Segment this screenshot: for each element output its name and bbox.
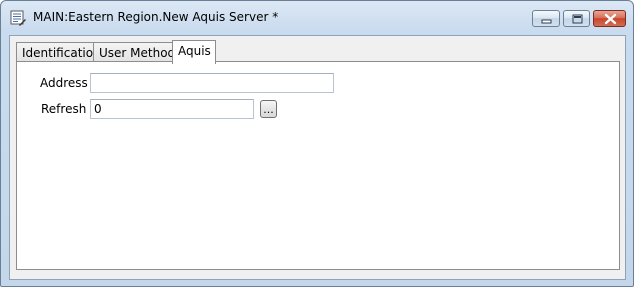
title-bar[interactable]: MAIN:Eastern Region.New Aquis Server * <box>1 1 633 35</box>
refresh-input[interactable] <box>90 99 254 119</box>
window-client-area: Identification User Methods Aquis Addres… <box>9 35 626 280</box>
close-button[interactable] <box>593 10 626 27</box>
minimize-icon <box>541 19 552 24</box>
tab-identification[interactable]: Identification <box>16 42 101 62</box>
aquis-tab-panel: Address Refresh ... <box>16 61 620 270</box>
address-label: Address <box>40 76 88 90</box>
server-properties-icon <box>10 10 26 26</box>
close-icon <box>604 13 617 25</box>
address-input[interactable] <box>90 73 334 93</box>
maximize-icon <box>572 14 583 24</box>
tab-strip: Identification User Methods Aquis <box>16 40 616 64</box>
tab-user-methods[interactable]: User Methods <box>93 42 181 62</box>
tab-aquis[interactable]: Aquis <box>172 40 216 64</box>
refresh-browse-button[interactable]: ... <box>260 100 277 118</box>
maximize-button[interactable] <box>563 10 590 27</box>
refresh-label: Refresh <box>41 102 87 116</box>
minimize-button[interactable] <box>532 10 560 27</box>
properties-window: MAIN:Eastern Region.New Aquis Server * I… <box>0 0 634 287</box>
window-title: MAIN:Eastern Region.New Aquis Server * <box>33 10 279 24</box>
